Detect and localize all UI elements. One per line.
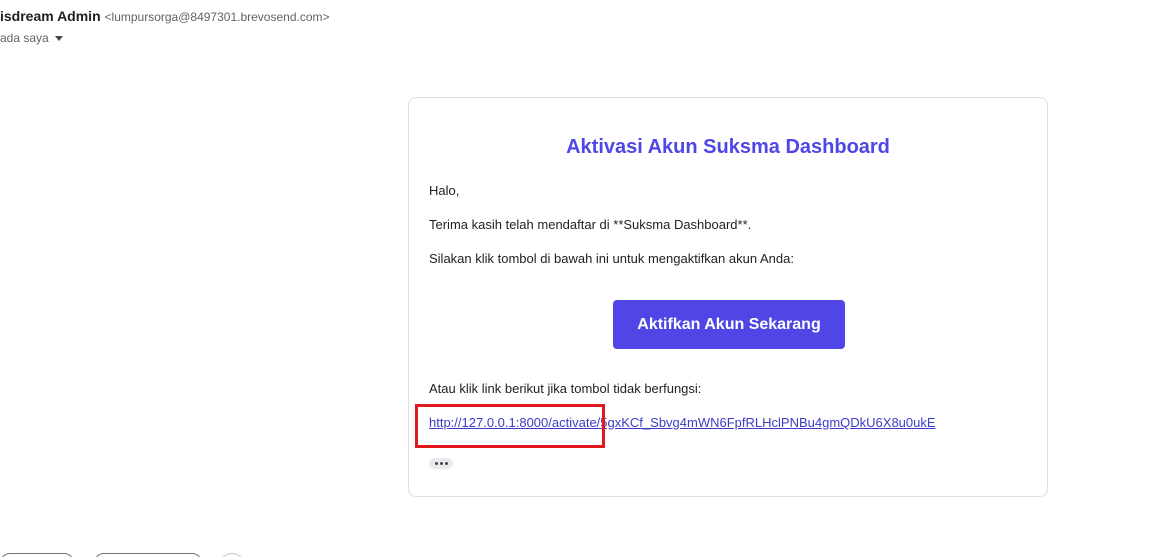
sender-row: isdream Admin <lumpursorga@8497301.brevo… <box>0 8 330 24</box>
activate-account-button[interactable]: Aktifkan Akun Sekarang <box>613 300 845 349</box>
email-view: isdream Admin <lumpursorga@8497301.brevo… <box>0 0 1160 557</box>
thanks-text: Terima kasih telah mendaftar di **Suksma… <box>429 217 752 232</box>
fallback-text: Atau klik link berikut jika tombol tidak… <box>429 381 702 396</box>
show-trimmed-content-button[interactable] <box>429 458 453 469</box>
recipient-details-toggle[interactable]: ada saya <box>0 31 63 45</box>
reply-button[interactable] <box>0 553 74 557</box>
recipient-label: ada saya <box>0 31 49 45</box>
forward-button[interactable] <box>94 553 202 557</box>
chevron-down-icon[interactable] <box>54 36 63 41</box>
emoji-reaction-button[interactable] <box>219 553 245 557</box>
greeting-text: Halo, <box>429 183 460 198</box>
email-title: Aktivasi Akun Suksma Dashboard <box>566 136 890 158</box>
sender-name[interactable]: isdream Admin <box>0 8 101 24</box>
activation-link[interactable]: http://127.0.0.1:8000/activate/5gxKCf_Sb… <box>429 415 936 430</box>
more-dots-icon <box>434 462 438 465</box>
instruction-text: Silakan klik tombol di bawah ini untuk m… <box>429 251 794 266</box>
sender-email: <lumpursorga@8497301.brevosend.com> <box>104 10 330 24</box>
email-body-card: Aktivasi Akun Suksma Dashboard Halo, Ter… <box>408 97 1048 497</box>
